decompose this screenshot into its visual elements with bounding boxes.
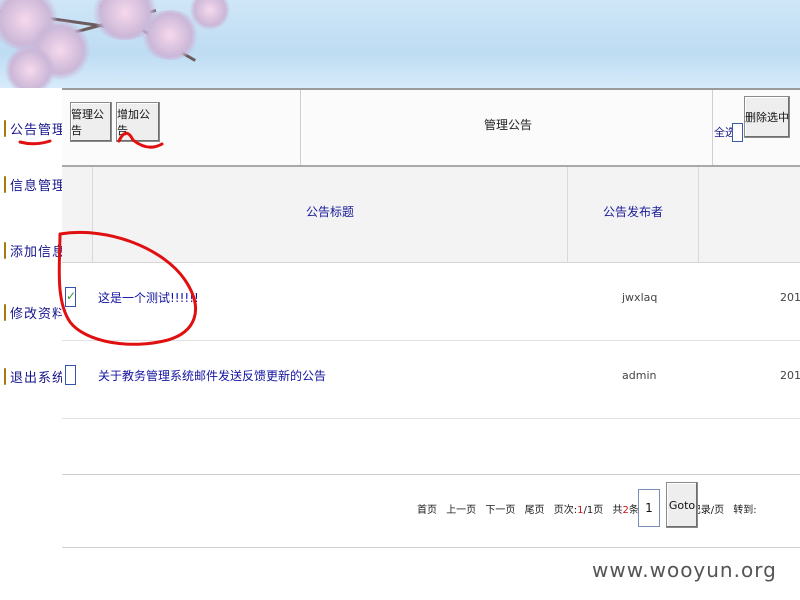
date-cell: 2015- [780, 291, 800, 304]
folder-icon [4, 119, 6, 137]
manage-announcements-button[interactable]: 管理公告 [70, 102, 112, 142]
sidebar-item-label: 退出系统 [10, 370, 67, 386]
jump-label: 转到: [733, 505, 757, 516]
watermark: www.wooyun.org [592, 558, 777, 582]
page-unit: 页 [593, 505, 604, 516]
sidebar-item-info[interactable]: 信息管理 [4, 164, 65, 204]
add-announcement-button[interactable]: 增加公告 [116, 102, 160, 142]
publisher-cell: admin [622, 369, 657, 382]
total-prefix: 共 [612, 505, 623, 516]
folder-icon [4, 367, 6, 385]
prev-page-link[interactable]: 上一页 [446, 505, 476, 516]
pagination-bar: 首页 上一页 下一页 尾页 页次:1/1页 共2条记录 15条记录/页 转到: … [62, 474, 800, 548]
select-all-checkbox[interactable] [732, 123, 743, 142]
table-row: 关于教务管理系统邮件发送反馈更新的公告 admin 2010- [62, 341, 800, 419]
toolbar: 管理公告 增加公告 管理公告 全选 删除选中 [62, 90, 800, 167]
publisher-cell: jwxlaq [622, 291, 658, 304]
announcement-title-link[interactable]: 关于教务管理系统邮件发送反馈更新的公告 [98, 367, 326, 384]
delete-selected-button[interactable]: 删除选中 [744, 96, 790, 138]
column-header-title: 公告标题 [305, 205, 354, 219]
sidebar-item-label: 添加信息 [10, 244, 67, 260]
page-title: 管理公告 [483, 118, 532, 132]
date-cell: 2010- [780, 369, 800, 382]
sidebar-item-label: 信息管理 [10, 178, 67, 194]
folder-icon [4, 241, 6, 259]
folder-icon [4, 175, 6, 193]
sidebar-item-label: 修改资料 [10, 306, 67, 322]
page-number-input[interactable]: 1 [638, 489, 660, 527]
first-page-link[interactable]: 首页 [417, 505, 437, 516]
sidebar-item-edit-profile[interactable]: 修改资料 [4, 292, 65, 332]
announcement-title-link[interactable]: 这是一个测试!!!!!! [98, 289, 199, 306]
row-checkbox[interactable]: ✓ [65, 287, 76, 307]
sidebar-item-announcements[interactable]: 公告管理 [4, 108, 65, 148]
sidebar-item-logout[interactable]: 退出系统 [4, 356, 65, 396]
folder-icon [4, 303, 6, 321]
next-page-link[interactable]: 下一页 [485, 505, 515, 516]
total-records: 2 [622, 505, 629, 516]
table-row: ✓ 这是一个测试!!!!!! jwxlaq 2015- [62, 263, 800, 341]
sidebar-nav: 公告管理 信息管理 添加信息 修改资料 退出系统 [0, 88, 65, 600]
table-header: 公告标题 公告发布者 [62, 167, 800, 263]
sidebar-item-label: 公告管理 [10, 122, 67, 138]
column-header-publisher: 公告发布者 [602, 205, 663, 219]
pagination-links: 首页 上一页 下一页 尾页 页次:1/1页 共2条记录 15条记录/页 转到: [417, 501, 757, 516]
goto-button[interactable]: Goto [666, 482, 698, 528]
last-page-link[interactable]: 尾页 [525, 505, 545, 516]
header-banner [0, 0, 800, 88]
sidebar-item-add-info[interactable]: 添加信息 [4, 230, 65, 270]
row-checkbox[interactable] [65, 365, 76, 385]
page-label: 页次: [553, 505, 578, 516]
